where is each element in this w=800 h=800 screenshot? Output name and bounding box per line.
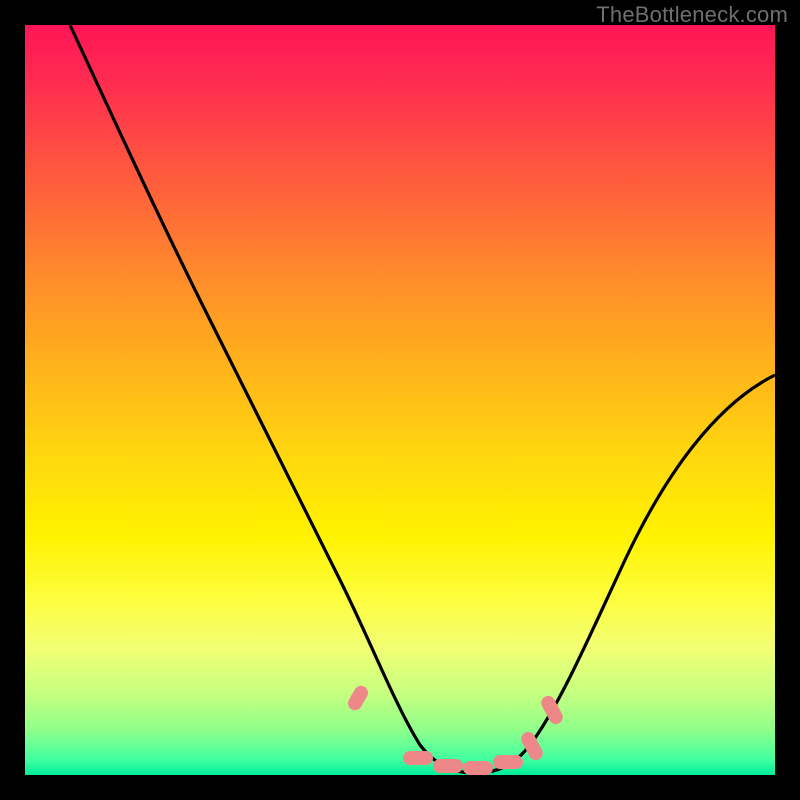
watermark-text: TheBottleneck.com	[596, 2, 788, 28]
curve-layer	[25, 25, 775, 775]
trough-markers	[345, 683, 565, 775]
plot-area	[25, 25, 775, 775]
bottleneck-curve	[70, 25, 775, 773]
chart-frame: TheBottleneck.com	[0, 0, 800, 800]
